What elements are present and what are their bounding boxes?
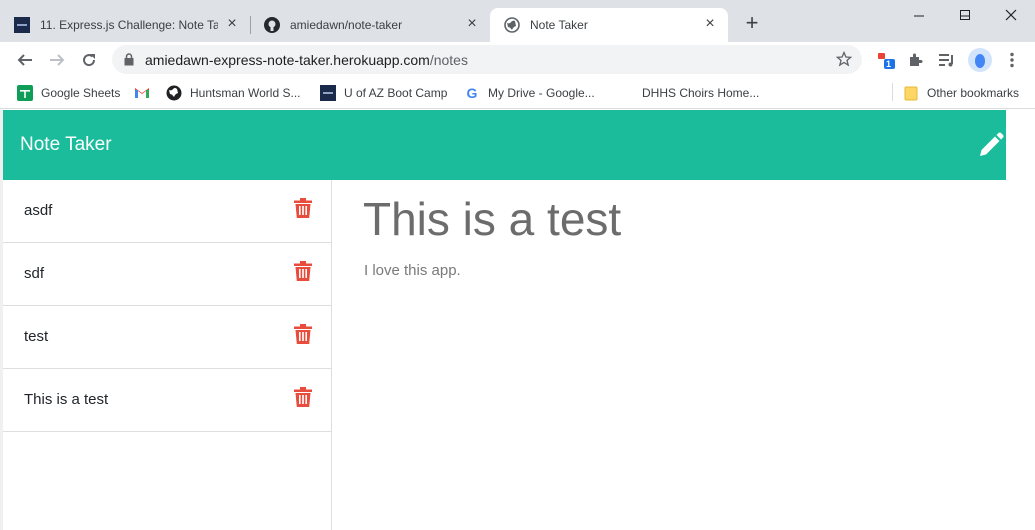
minimize-icon[interactable] — [896, 0, 942, 30]
reload-icon[interactable] — [75, 46, 103, 74]
app-brand[interactable]: Note Taker — [20, 134, 112, 156]
bookmark-google-sheets[interactable]: Google Sheets — [17, 83, 120, 103]
bookmark-label: U of AZ Boot Camp — [344, 86, 448, 100]
list-item[interactable]: This is a test — [3, 369, 331, 432]
app-navbar: Note Taker — [3, 110, 1006, 180]
note-taker-app: Note Taker asdf sdf test This is a test … — [3, 110, 1006, 530]
trash-icon[interactable] — [294, 324, 312, 344]
list-item[interactable]: test — [3, 306, 331, 369]
bootcamp-favicon-icon — [14, 17, 30, 33]
window-close-icon[interactable] — [988, 0, 1034, 30]
globe-icon — [504, 17, 520, 33]
trash-icon[interactable] — [294, 261, 312, 281]
close-icon[interactable]: × — [464, 16, 480, 33]
extension-icon[interactable]: 1 — [876, 50, 896, 70]
note-item-title: test — [24, 328, 49, 345]
more-menu-icon[interactable] — [1002, 50, 1022, 70]
bookmark-label: My Drive - Google... — [488, 86, 595, 100]
trash-icon[interactable] — [294, 387, 312, 407]
bookmark-my-drive[interactable]: G My Drive - Google... — [464, 83, 595, 103]
close-icon[interactable]: × — [224, 16, 240, 33]
bookmark-label: Huntsman World S... — [190, 86, 301, 100]
note-item-title: sdf — [24, 265, 45, 282]
folder-icon — [903, 85, 919, 101]
close-icon[interactable]: × — [702, 16, 718, 33]
back-arrow-icon[interactable] — [11, 46, 39, 74]
list-item[interactable]: asdf — [3, 180, 331, 243]
reading-list-icon[interactable] — [937, 50, 957, 70]
bookmark-other[interactable]: Other bookmarks — [903, 83, 1019, 103]
note-list: asdf sdf test This is a test — [3, 180, 332, 530]
bookmarks-divider — [892, 83, 893, 101]
bookmarks-bar: Google Sheets Huntsman World S... U of A… — [0, 78, 1035, 109]
bookmark-gmail[interactable] — [134, 83, 158, 103]
note-title-field[interactable]: This is a test — [363, 192, 621, 246]
note-editor: This is a test I love this app. — [333, 180, 1006, 530]
forward-arrow-icon[interactable] — [43, 46, 71, 74]
bookmark-star-icon[interactable] — [835, 50, 853, 72]
tab-note-taker[interactable]: Note Taker × — [490, 8, 728, 42]
url-host: amiedawn-express-note-taker.herokuapp.co… — [145, 52, 430, 68]
tab-express-challenge[interactable]: 11. Express.js Challenge: Note Tak × — [0, 8, 250, 42]
url-path: /notes — [429, 52, 468, 68]
tab-title: amiedawn/note-taker — [290, 18, 403, 32]
note-text-field[interactable]: I love this app. — [364, 262, 461, 279]
url-text: amiedawn-express-note-taker.herokuapp.co… — [145, 52, 468, 68]
page-right-gutter — [1006, 110, 1035, 530]
note-item-title: This is a test — [24, 391, 109, 408]
tab-title: Note Taker — [530, 18, 588, 32]
gmail-icon — [134, 85, 150, 101]
world-icon — [166, 85, 182, 101]
bookmark-uaz-bootcamp[interactable]: U of AZ Boot Camp — [320, 83, 447, 103]
note-item-title: asdf — [24, 202, 53, 219]
puzzle-icon[interactable] — [906, 50, 926, 70]
browser-tabstrip: 11. Express.js Challenge: Note Tak × ami… — [0, 0, 1035, 42]
trash-icon[interactable] — [294, 198, 312, 218]
bootcamp-favicon-icon — [320, 85, 336, 101]
github-icon — [264, 17, 280, 33]
bookmark-label: DHHS Choirs Home... — [642, 86, 760, 100]
bookmark-label: Google Sheets — [41, 86, 121, 100]
google-icon: G — [466, 85, 478, 101]
sheets-icon — [17, 85, 33, 101]
extension-badge: 1 — [886, 59, 892, 69]
tab-github[interactable]: amiedawn/note-taker × — [250, 8, 490, 42]
bookmark-huntsman[interactable]: Huntsman World S... — [166, 83, 300, 103]
browser-toolbar: amiedawn-express-note-taker.herokuapp.co… — [0, 42, 1035, 78]
new-tab-button[interactable]: + — [740, 12, 764, 36]
tab-title: 11. Express.js Challenge: Note Tak — [40, 18, 218, 32]
avatar[interactable] — [968, 48, 992, 72]
list-item[interactable]: sdf — [3, 243, 331, 306]
bookmark-dhhs-choirs[interactable]: DHHS Choirs Home... — [642, 83, 759, 103]
address-bar[interactable]: amiedawn-express-note-taker.herokuapp.co… — [112, 45, 862, 74]
lock-icon — [124, 53, 134, 71]
bookmark-label: Other bookmarks — [927, 86, 1020, 100]
restore-icon[interactable] — [942, 0, 988, 30]
pencil-icon[interactable] — [977, 131, 1005, 159]
